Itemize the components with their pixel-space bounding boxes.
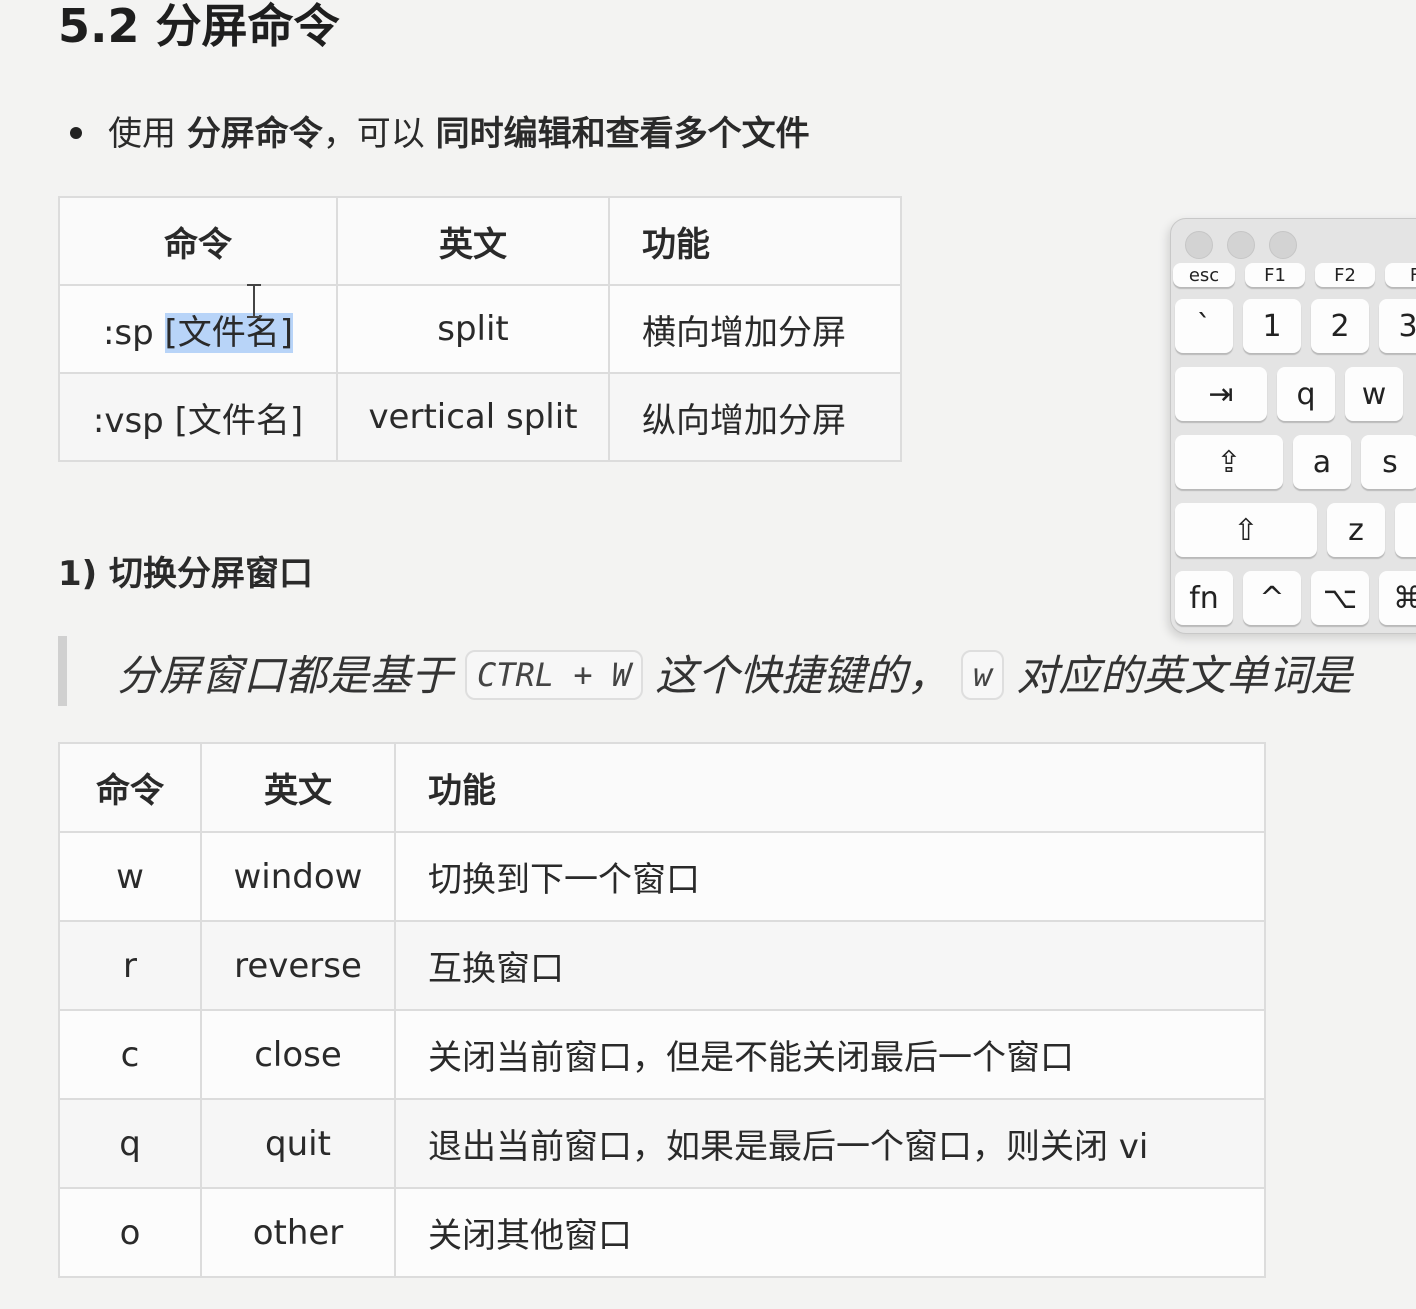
close-window-button[interactable] [1185, 231, 1213, 259]
intro-text-1: 使用 [108, 114, 187, 154]
key-f1[interactable]: F1 [1245, 263, 1305, 287]
split-command-table: 命令 英文 功能 :sp [文件名] split 横向增加分屏 :vsp [文件… [58, 196, 902, 462]
intro-bullet: 使用 分屏命令，可以 同时编辑和查看多个文件 [70, 110, 810, 158]
key-code: w [961, 650, 1005, 700]
key-w[interactable]: w [1345, 367, 1403, 421]
bullet-dot [70, 126, 82, 139]
table1-header-english: 英文 [336, 196, 610, 286]
table2-cell-function: 退出当前窗口，如果是最后一个窗口，则关闭 vi [394, 1098, 1266, 1189]
key-shift-icon[interactable]: ⇧ [1175, 503, 1317, 557]
window-command-table: 命令 英文 功能 w window 切换到下一个窗口 r reverse 互换窗… [58, 742, 1266, 1278]
table-row: q quit 退出当前窗口，如果是最后一个窗口，则关闭 vi [58, 1098, 1266, 1189]
table-row: :vsp [文件名] vertical split 纵向增加分屏 [58, 372, 902, 462]
key-z[interactable]: z [1327, 503, 1385, 557]
table1-header-function: 功能 [608, 196, 902, 286]
text-cursor-icon [247, 284, 269, 318]
table-row: c close 关闭当前窗口，但是不能关闭最后一个窗口 [58, 1009, 1266, 1100]
keyboard-viewer: esc F1 F2 F ` 1 2 3 ⇥ q w ⇪ a s ⇧ z fn ^… [1170, 218, 1416, 634]
blockquote: 分屏窗口都是基于 CTRL + W 这个快捷键的， w 对应的英文单词是 [58, 636, 1416, 706]
table1-cell-command[interactable]: :sp [文件名] [58, 284, 338, 374]
selected-text[interactable]: [文件名] [164, 312, 294, 353]
key-q[interactable]: q [1277, 367, 1335, 421]
key-3[interactable]: 3 [1379, 299, 1416, 353]
key-1[interactable]: 1 [1243, 299, 1301, 353]
section-heading: 1) 切换分屏窗口 [58, 554, 314, 594]
table2-cell-english: close [200, 1009, 396, 1100]
table2-cell-command: w [58, 831, 202, 922]
table-row: r reverse 互换窗口 [58, 920, 1266, 1011]
table1-cell-english: vertical split [336, 372, 610, 462]
zoom-window-button[interactable] [1269, 231, 1297, 259]
key-option-icon[interactable]: ⌥ [1311, 571, 1369, 625]
command-prefix: :sp [102, 312, 165, 353]
table1-cell-function: 横向增加分屏 [608, 284, 902, 374]
table2-cell-english: quit [200, 1098, 396, 1189]
table2-cell-command: o [58, 1187, 202, 1278]
table2-cell-english: other [200, 1187, 396, 1278]
quote-text-2: 这个快捷键的， [655, 651, 950, 700]
table2-header-english: 英文 [200, 742, 396, 833]
key-esc[interactable]: esc [1173, 263, 1235, 287]
intro-bold-1: 分屏命令 [186, 114, 323, 154]
intro-text-2: ，可以 [322, 114, 436, 154]
key-a[interactable]: a [1293, 435, 1351, 489]
table-row: o other 关闭其他窗口 [58, 1187, 1266, 1278]
table1-cell-command: :vsp [文件名] [58, 372, 338, 462]
intro-bold-2: 同时编辑和查看多个文件 [435, 114, 810, 154]
minimize-window-button[interactable] [1227, 231, 1255, 259]
key-s[interactable]: s [1361, 435, 1416, 489]
key-tab-icon[interactable]: ⇥ [1175, 367, 1267, 421]
table1-cell-english: split [336, 284, 610, 374]
table2-cell-function: 互换窗口 [394, 920, 1266, 1011]
key-command-icon[interactable]: ⌘ [1379, 571, 1416, 625]
key-control-icon[interactable]: ^ [1243, 571, 1301, 625]
table2-cell-command: r [58, 920, 202, 1011]
table1-cell-function: 纵向增加分屏 [608, 372, 902, 462]
key-backtick[interactable]: ` [1175, 299, 1233, 353]
table-row: :sp [文件名] split 横向增加分屏 [58, 284, 902, 374]
table2-header-function: 功能 [394, 742, 1266, 833]
key-capslock-icon[interactable]: ⇪ [1175, 435, 1283, 489]
table2-cell-function: 关闭当前窗口，但是不能关闭最后一个窗口 [394, 1009, 1266, 1100]
quote-text-1: 分屏窗口都是基于 [117, 651, 454, 700]
table2-cell-command: q [58, 1098, 202, 1189]
key-f3[interactable]: F [1385, 263, 1416, 287]
table2-cell-function: 切换到下一个窗口 [394, 831, 1266, 922]
table2-cell-function: 关闭其他窗口 [394, 1187, 1266, 1278]
table2-cell-english: window [200, 831, 396, 922]
table2-cell-english: reverse [200, 920, 396, 1011]
table2-cell-command: c [58, 1009, 202, 1100]
table1-header-command: 命令 [58, 196, 338, 286]
quote-text-3: 对应的英文单词是 [1016, 651, 1353, 700]
key-fn[interactable]: fn [1175, 571, 1233, 625]
table2-header-command: 命令 [58, 742, 202, 833]
key-f2[interactable]: F2 [1315, 263, 1375, 287]
table-row: w window 切换到下一个窗口 [58, 831, 1266, 922]
key-x[interactable] [1395, 503, 1416, 557]
key-2[interactable]: 2 [1311, 299, 1369, 353]
page-title: 5.2 分屏命令 [58, 0, 340, 53]
shortcut-code: CTRL + W [465, 650, 644, 700]
